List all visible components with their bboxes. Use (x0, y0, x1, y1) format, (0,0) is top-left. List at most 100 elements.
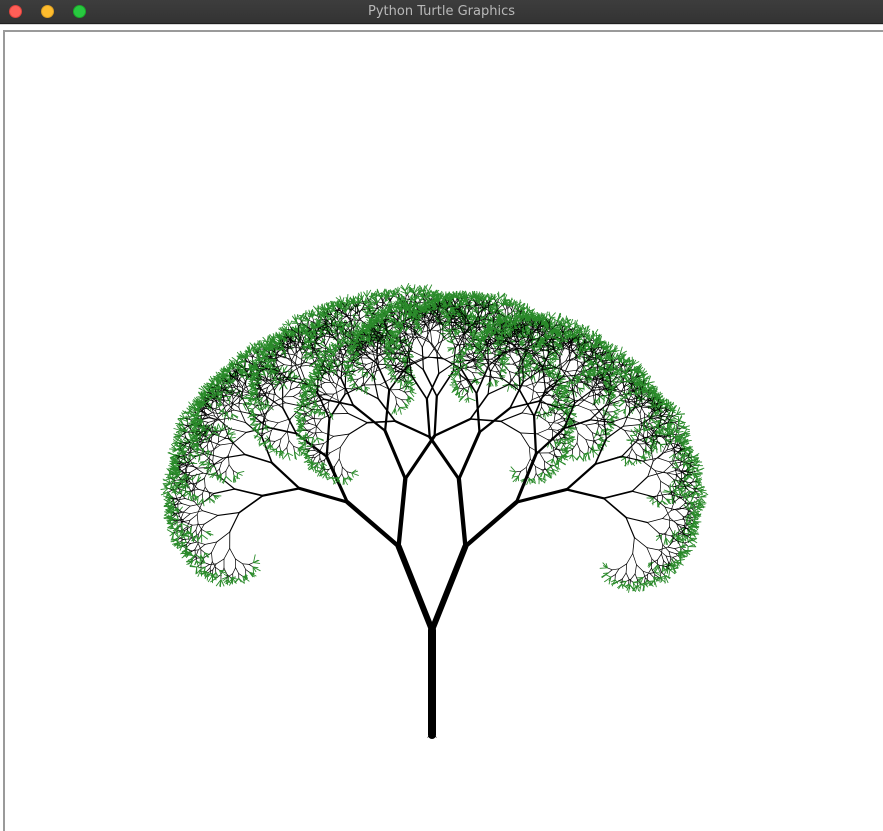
tree-branch (344, 372, 347, 395)
tree-branch (290, 346, 296, 356)
tree-branch (282, 447, 288, 452)
tree-branch (277, 418, 291, 424)
tree-branch (283, 364, 294, 367)
tree-branch (191, 484, 195, 493)
tree-leaf (193, 414, 201, 416)
tree-branch (238, 407, 247, 424)
tree-branch (267, 426, 298, 435)
tree-leaf (175, 422, 184, 425)
tree-branch (395, 396, 402, 401)
tree-branch (270, 461, 301, 490)
tree-leaf (171, 482, 173, 490)
tree-branch (189, 467, 198, 473)
tree-branch (242, 563, 247, 570)
tree-branch (211, 552, 213, 562)
tree-branch (229, 417, 247, 424)
tree-branch (280, 430, 288, 439)
tree-branch (186, 543, 192, 547)
tree-branch (180, 511, 184, 519)
tree-leaf (200, 568, 203, 577)
tree-branch (193, 501, 203, 512)
tree-branch (184, 418, 191, 420)
tree-branch (238, 494, 264, 514)
tree-branch (279, 444, 281, 451)
tree-branch (291, 352, 297, 361)
tree-branch (351, 309, 358, 314)
tree-branch (216, 531, 231, 543)
tree-branch (198, 544, 206, 551)
tree-branch (366, 361, 373, 365)
tree-leaf (184, 537, 187, 543)
tree-branch (200, 549, 206, 554)
tree-branch (292, 396, 300, 400)
tree-branch (352, 319, 362, 322)
tree-branch (196, 514, 199, 524)
tree-branch (277, 360, 285, 366)
tree-branch (286, 447, 289, 454)
tree-branch (340, 377, 355, 407)
tree-branch (293, 445, 295, 453)
tree-branch (213, 488, 236, 495)
tree-branch (361, 363, 367, 365)
tree-branch (244, 453, 273, 464)
tree-branch (403, 434, 437, 481)
tree-leaf (232, 475, 235, 483)
tree-branch (233, 488, 264, 497)
tree-leaf (294, 451, 296, 457)
tree-branch (192, 472, 204, 477)
tree-branch (460, 383, 465, 389)
tree-leaf (407, 303, 414, 306)
tree-branch (211, 541, 218, 554)
tree-branch (289, 387, 297, 391)
tree-branch (286, 329, 293, 331)
tree-branch (229, 548, 236, 560)
tree-branch (202, 420, 209, 423)
tree-branch (233, 409, 251, 415)
tree-branch (198, 488, 215, 494)
title-bar[interactable]: Python Turtle Graphics (0, 0, 883, 24)
tree-leaf (205, 467, 212, 470)
tree-branch (229, 428, 247, 433)
tree-leaf (397, 407, 400, 412)
tree-leaf (236, 470, 245, 474)
tree-branch (223, 393, 231, 397)
tree-branch (300, 364, 311, 367)
tree-leaf (314, 340, 316, 349)
tree-branch (228, 442, 234, 456)
tree-branch (285, 352, 296, 356)
tree-branch (206, 444, 209, 451)
tree-branch (189, 503, 203, 507)
tree-branch (186, 526, 189, 533)
tree-branch (396, 476, 408, 549)
tree-branch (197, 493, 203, 498)
turtle-canvas-area[interactable] (0, 24, 883, 831)
tree-leaf (201, 534, 208, 540)
tree-branch (383, 429, 407, 481)
tree-branch (308, 320, 310, 329)
tree-branch (271, 365, 278, 368)
tree-branch (215, 567, 220, 571)
tree-branch (347, 310, 351, 316)
tree-leaf (282, 452, 289, 460)
tree-branch (289, 383, 292, 391)
tree-branch (261, 487, 301, 497)
tree-leaf (399, 407, 402, 415)
tree-leaf (313, 305, 319, 313)
tree-branch (225, 464, 230, 472)
tree-leaf (418, 286, 420, 293)
tree-branch (395, 543, 435, 633)
tree-branch (237, 402, 244, 405)
tree-branch (294, 352, 298, 365)
tree-branch (269, 440, 276, 442)
tree-branch (204, 541, 218, 545)
tree-leaf (262, 401, 265, 408)
tree-branch (370, 368, 373, 374)
tree-branch (275, 444, 280, 450)
tree-branch (183, 505, 191, 513)
tree-branch (215, 403, 218, 412)
tree-branch (204, 477, 206, 488)
tree-branch (203, 514, 219, 525)
tree-branch (182, 513, 191, 520)
tree-leaf (176, 445, 184, 448)
tree-branch (277, 364, 285, 368)
